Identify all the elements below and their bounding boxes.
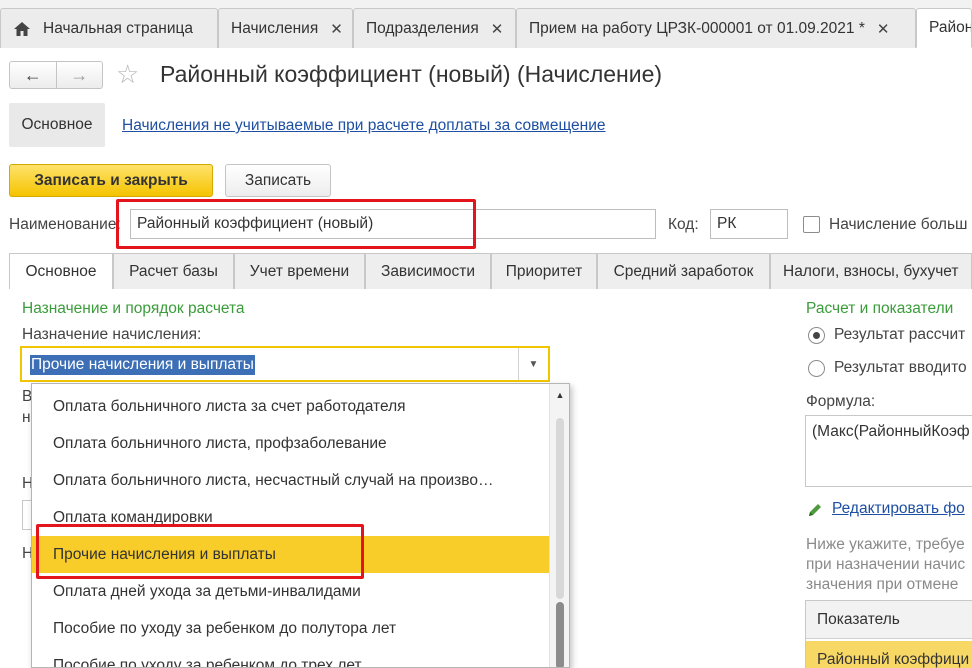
tab-average-earnings[interactable]: Средний заработок [597, 253, 770, 289]
list-item[interactable]: Оплата больничного листа, несчастный слу… [32, 462, 550, 499]
home-icon [14, 21, 30, 36]
accrual-checkbox[interactable] [803, 216, 820, 233]
list-item[interactable]: Оплата больничного листа за счет работод… [32, 388, 550, 425]
highlight-frame-selected-item [36, 524, 364, 579]
hidden-label-fragment: н [22, 409, 31, 426]
list-item[interactable]: Пособие по уходу за ребенком до полутора… [32, 610, 550, 647]
result-entered-radio[interactable] [808, 360, 825, 377]
star-icon[interactable]: ☆ [116, 58, 139, 90]
tab-home[interactable]: Начальная страница [0, 8, 218, 48]
page-title: Районный коэффициент (новый) (Начисление… [160, 61, 663, 87]
panel-main-button[interactable]: Основное [9, 103, 105, 147]
list-item[interactable]: Пособие по уходу за ребенком до трех лет [32, 647, 550, 668]
list-item[interactable]: Оплата больничного листа, профзаболевани… [32, 425, 550, 462]
table-header[interactable]: Показатель [806, 601, 972, 639]
tab-base-calc[interactable]: Расчет базы [113, 253, 234, 289]
hint-text-line: значения при отмене [806, 576, 959, 593]
tab-main[interactable]: Основное [9, 253, 113, 289]
pencil-icon[interactable] [807, 502, 823, 518]
tab-label: Прием на работу ЦРЗК-000001 от 01.09.202… [529, 19, 865, 37]
back-button[interactable]: ← [10, 62, 56, 88]
purpose-label: Назначение начисления: [22, 326, 202, 343]
checkbox-label: Начисление больш [829, 216, 968, 233]
edit-formula-link[interactable]: Редактировать фо [832, 500, 965, 518]
tab-priority[interactable]: Приоритет [491, 253, 597, 289]
formula-label: Формула: [806, 393, 876, 410]
scrollbar-track [556, 418, 564, 599]
section-calc-title: Расчет и показатели [806, 300, 954, 317]
radio-label: Результат рассчит [834, 326, 966, 343]
tab-taxes[interactable]: Налоги, взносы, бухучет [770, 253, 972, 289]
panel-link-not-counted[interactable]: Начисления не учитываемые при расчете до… [122, 117, 605, 135]
hint-text-line: при назначении начис [806, 556, 966, 573]
code-label: Код: [668, 216, 699, 233]
tab-time-accounting[interactable]: Учет времени [234, 253, 365, 289]
scrollbar-thumb[interactable] [556, 602, 564, 667]
purpose-select-value: Прочие начисления и выплаты [30, 355, 255, 375]
scroll-up-icon[interactable]: ▲ [550, 390, 569, 400]
close-icon[interactable]: ✕ [877, 20, 890, 38]
tab-label: Районн [929, 19, 971, 36]
code-field[interactable]: РК [710, 209, 788, 239]
tab-accruals[interactable]: Начисления ✕ [218, 8, 353, 48]
close-icon[interactable]: ✕ [491, 20, 504, 38]
forward-button[interactable]: → [55, 62, 103, 88]
purpose-select[interactable]: Прочие начисления и выплаты ▼ [20, 346, 550, 382]
section-purpose-title: Назначение и порядок расчета [22, 300, 245, 317]
save-button[interactable]: Записать [225, 164, 331, 197]
tab-departments[interactable]: Подразделения ✕ [353, 8, 516, 48]
highlight-frame-name [116, 199, 476, 249]
tab-dependencies[interactable]: Зависимости [365, 253, 491, 289]
tab-label: Подразделения [366, 19, 479, 37]
tab-hiring-document[interactable]: Прием на работу ЦРЗК-000001 от 01.09.202… [516, 8, 916, 48]
name-label: Наименование: [9, 216, 121, 233]
navigation-buttons: ← → [9, 61, 103, 89]
close-icon[interactable]: ✕ [330, 20, 343, 38]
chevron-down-icon[interactable]: ▼ [518, 348, 548, 380]
save-and-close-button[interactable]: Записать и закрыть [9, 164, 213, 197]
tab-current[interactable]: Районн [916, 8, 972, 48]
hint-text-line: Ниже укажите, требуе [806, 536, 965, 553]
radio-label: Результат вводито [834, 359, 967, 376]
table-row[interactable]: Районный коэффици [806, 641, 972, 668]
dropdown-scrollbar[interactable]: ▲ [549, 384, 569, 667]
formula-field[interactable]: (Макс(РайонныйКоэф [805, 415, 972, 487]
result-calculated-radio[interactable] [808, 327, 825, 344]
tab-label: Начисления [231, 19, 319, 37]
indicators-table: Показатель Районный коэффици [805, 600, 972, 668]
tab-label: Начальная страница [43, 19, 193, 37]
